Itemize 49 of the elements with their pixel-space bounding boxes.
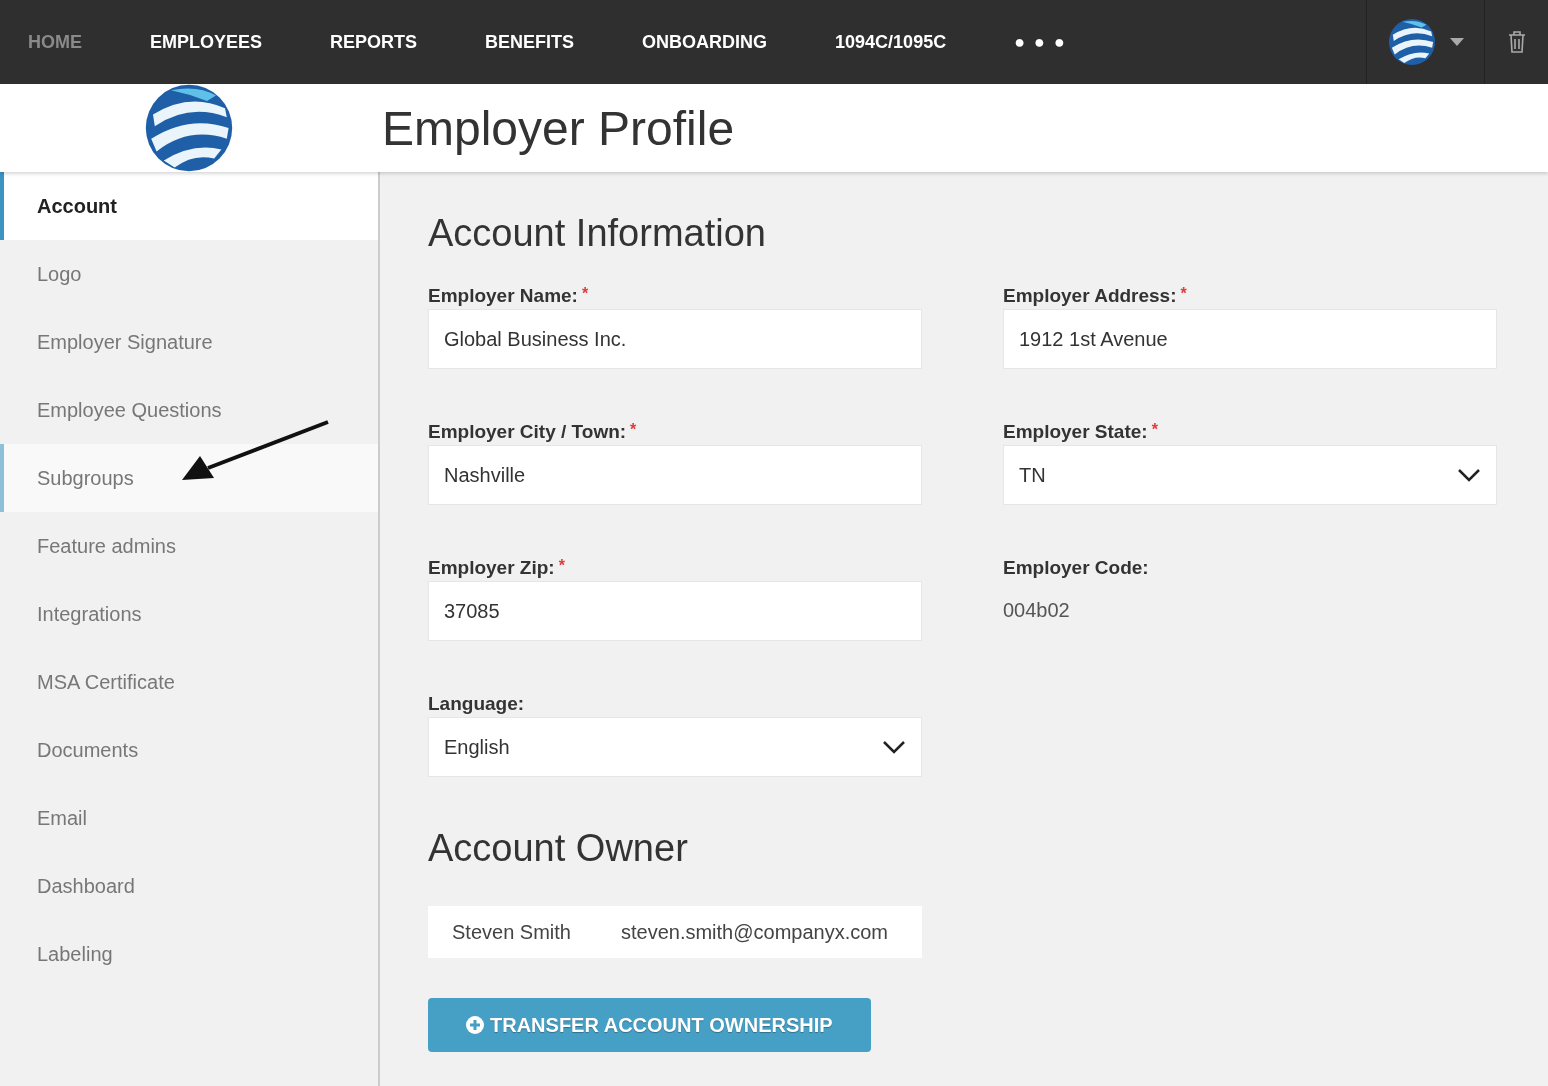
owner-email: steven.smith@companyx.com [620, 920, 888, 944]
nav-link[interactable]: HOME [0, 31, 116, 53]
section-heading: Account Information [428, 212, 767, 255]
text-field[interactable]: 37085 [428, 581, 922, 641]
sidebar-item[interactable]: MSA Certificate [0, 648, 378, 716]
chevron-down-icon [882, 740, 906, 754]
nav-link[interactable]: REPORTS [296, 31, 452, 53]
section-heading: Account Owner [428, 827, 689, 870]
nav-link[interactable]: EMPLOYEES [116, 31, 297, 53]
page-title: Employer Profile [382, 100, 735, 156]
text-field[interactable]: Global Business Inc. [428, 309, 922, 369]
sidebar-item[interactable]: Account [0, 172, 378, 240]
sidebar-item[interactable]: Integrations [0, 580, 378, 648]
more-menu[interactable]: ● ● ● [980, 31, 1101, 53]
select-field[interactable]: English [428, 717, 922, 777]
sidebar-item[interactable]: Documents [0, 716, 378, 784]
sidebar-item[interactable]: Email [0, 784, 378, 852]
sidebar-item[interactable]: Employer Signature [0, 308, 378, 376]
sidebar-item[interactable]: Logo [0, 240, 378, 308]
required-mark: * [558, 557, 565, 574]
text-field[interactable]: Nashville [428, 445, 922, 505]
nav-link[interactable]: 1094C/1095C [801, 31, 981, 53]
chevron-down-icon [1457, 468, 1481, 482]
nav-link[interactable]: ONBOARDING [608, 31, 802, 53]
sidebar-item[interactable]: Feature admins [0, 512, 378, 580]
text-field[interactable]: 1912 1st Avenue [1003, 309, 1497, 369]
required-mark: * [630, 421, 637, 438]
field-value: 004b02 [1003, 598, 1071, 622]
field-label: Employer Address: * [1003, 285, 1188, 307]
required-mark: * [1151, 421, 1158, 438]
required-mark: * [1180, 285, 1187, 302]
nav-link[interactable]: BENEFITS [451, 31, 609, 53]
sidebar-item[interactable]: Subgroups [0, 444, 378, 512]
globe-logo [1387, 18, 1436, 66]
sidebar-item[interactable]: Employee Questions [0, 376, 378, 444]
select-field[interactable]: TN [1003, 445, 1497, 505]
caret-icon [1449, 38, 1464, 46]
trash-icon [1507, 31, 1526, 53]
plus-circle-icon [466, 1016, 484, 1034]
sidebar-item[interactable]: Dashboard [0, 852, 378, 920]
owner-name: Steven Smith [452, 920, 571, 944]
field-label: Language: [428, 693, 526, 715]
field-label: Employer State: * [1003, 421, 1159, 443]
field-label: Employer Name: * [428, 285, 590, 307]
field-label: Employer Zip: * [428, 557, 566, 579]
sidebar-item[interactable]: Labeling [0, 920, 378, 988]
field-label: Employer City / Town: * [428, 421, 638, 443]
field-label: Employer Code: [1003, 557, 1150, 579]
required-mark: * [581, 285, 589, 302]
